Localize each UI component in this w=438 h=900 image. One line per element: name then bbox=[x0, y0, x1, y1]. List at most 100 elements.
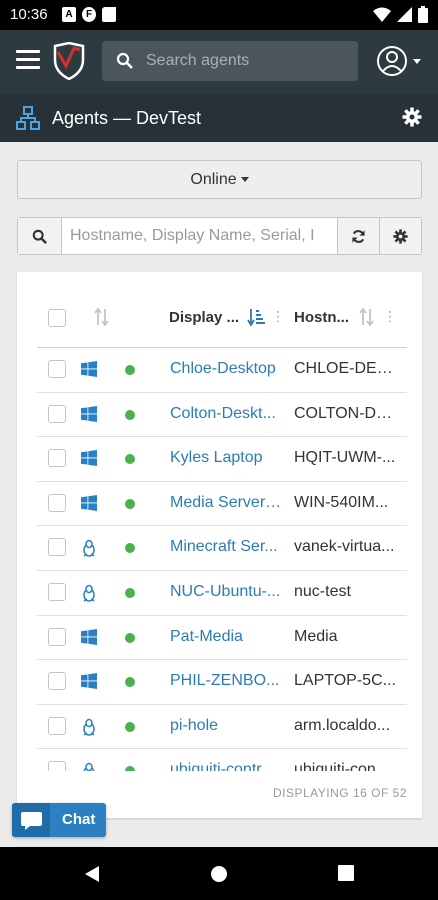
linux-icon bbox=[81, 539, 97, 558]
row-checkbox[interactable] bbox=[48, 538, 66, 557]
back-icon[interactable] bbox=[84, 865, 100, 883]
status-dot-icon bbox=[125, 498, 135, 509]
windows-icon bbox=[81, 405, 97, 422]
recents-icon[interactable] bbox=[338, 865, 354, 881]
filter-search-button[interactable] bbox=[18, 218, 62, 254]
wifi-icon bbox=[373, 7, 391, 22]
column-menu-icon[interactable]: ⋮ bbox=[271, 308, 285, 325]
menu-icon[interactable] bbox=[16, 50, 40, 70]
table-row[interactable]: pi-hole arm.localdo... bbox=[37, 705, 407, 750]
windows-icon bbox=[81, 450, 97, 467]
agents-table-body: Chloe-Desktop CHLOE-DES... Colton-Deskt...… bbox=[37, 348, 407, 771]
status-filter-dropdown[interactable]: Online bbox=[17, 160, 422, 199]
table-row[interactable]: Media Server ... WIN-540IM... bbox=[37, 482, 407, 527]
agents-table-panel: Display ... ⋮ Hostn... ⋮ Chloe-Desktop CH… bbox=[17, 272, 422, 818]
windows-icon bbox=[81, 673, 97, 690]
row-checkbox[interactable] bbox=[48, 449, 66, 468]
status-dot-icon bbox=[125, 632, 135, 643]
row-checkbox[interactable] bbox=[48, 360, 66, 378]
search-input[interactable] bbox=[146, 41, 351, 81]
agent-display-name-link[interactable]: Colton-Deskt... bbox=[170, 405, 282, 423]
agent-hostname: Media bbox=[294, 627, 338, 645]
agent-display-name-link[interactable]: pi-hole bbox=[170, 717, 282, 735]
agent-filter-input[interactable] bbox=[70, 218, 334, 254]
search-icon bbox=[32, 229, 47, 244]
status-dot-icon bbox=[125, 587, 135, 598]
table-header: Display ... ⋮ Hostn... ⋮ bbox=[37, 296, 407, 348]
table-row[interactable]: Chloe-Desktop CHLOE-DES... bbox=[37, 348, 407, 393]
column-header-hostname[interactable]: Hostn... bbox=[294, 309, 349, 326]
settings-gear-icon[interactable] bbox=[402, 107, 422, 127]
gear-icon bbox=[393, 228, 408, 244]
notification-icons: A F bbox=[62, 7, 116, 22]
status-dot-icon bbox=[125, 365, 135, 375]
agent-display-name-link[interactable]: Pat-Media bbox=[170, 628, 282, 646]
agent-hostname: ubiquiti-con... bbox=[294, 761, 390, 771]
chat-button[interactable]: Chat bbox=[12, 803, 106, 837]
table-row[interactable]: Colton-Deskt... COLTON-DE... bbox=[37, 393, 407, 438]
chat-label: Chat bbox=[62, 811, 96, 828]
agent-display-name-link[interactable]: ubiquiti-contr... bbox=[170, 761, 282, 771]
table-row[interactable]: ubiquiti-contr... ubiquiti-con... bbox=[37, 749, 407, 771]
table-row[interactable]: PHIL-ZENBO... LAPTOP-5C... bbox=[37, 660, 407, 705]
linux-icon bbox=[81, 718, 97, 736]
agent-hostname: nuc-test bbox=[294, 582, 351, 600]
row-checkbox[interactable] bbox=[48, 716, 66, 735]
linux-icon bbox=[81, 762, 97, 771]
app-logo[interactable] bbox=[52, 42, 86, 80]
filter-settings-button[interactable] bbox=[379, 218, 421, 254]
agent-search[interactable] bbox=[102, 41, 358, 81]
status-time: 10:36 bbox=[10, 6, 48, 23]
row-checkbox[interactable] bbox=[48, 627, 66, 646]
agent-display-name-link[interactable]: PHIL-ZENBO... bbox=[170, 672, 282, 690]
row-checkbox[interactable] bbox=[48, 404, 66, 423]
row-checkbox[interactable] bbox=[48, 582, 66, 601]
agent-display-name-link[interactable]: Chloe-Desktop bbox=[170, 360, 282, 378]
status-dot-icon bbox=[125, 409, 135, 420]
agent-display-name-link[interactable]: Minecraft Ser... bbox=[170, 538, 282, 556]
agent-hostname: COLTON-DE... bbox=[294, 404, 398, 422]
status-dot-icon bbox=[125, 677, 135, 688]
status-filter-label: Online bbox=[190, 171, 237, 188]
table-row[interactable]: Kyles Laptop HQIT-UWM-... bbox=[37, 437, 407, 482]
status-dot-icon bbox=[125, 454, 135, 465]
agent-hostname: WIN-540IM... bbox=[294, 493, 389, 511]
agent-hostname: arm.localdo... bbox=[294, 716, 391, 734]
column-header-display-name[interactable]: Display ... bbox=[169, 309, 239, 326]
sim-card-icon bbox=[102, 7, 116, 22]
table-row[interactable]: NUC-Ubuntu-... nuc-test bbox=[37, 571, 407, 616]
notification-a-icon: A bbox=[62, 7, 76, 22]
table-row[interactable]: Minecraft Ser... vanek-virtua... bbox=[37, 526, 407, 571]
sort-os-icon[interactable] bbox=[93, 308, 111, 326]
agent-display-name-link[interactable]: Kyles Laptop bbox=[170, 449, 282, 467]
agent-display-name-link[interactable]: NUC-Ubuntu-... bbox=[170, 583, 282, 601]
signal-icon bbox=[397, 7, 412, 22]
agent-hostname: HQIT-UWM-... bbox=[294, 449, 396, 467]
select-all-checkbox[interactable] bbox=[48, 309, 66, 327]
row-checkbox[interactable] bbox=[48, 672, 66, 691]
status-dot-icon bbox=[125, 543, 135, 554]
refresh-button[interactable] bbox=[337, 218, 379, 254]
page-title: Agents — DevTest bbox=[52, 108, 202, 128]
notification-f-icon: F bbox=[82, 7, 96, 22]
agent-hostname: CHLOE-DES... bbox=[294, 360, 398, 377]
row-checkbox[interactable] bbox=[48, 761, 66, 771]
status-dot-icon bbox=[125, 766, 135, 771]
sort-hostname-icon[interactable] bbox=[358, 308, 376, 326]
refresh-icon bbox=[352, 229, 365, 243]
windows-icon bbox=[81, 361, 97, 377]
agent-filter-bar bbox=[17, 217, 422, 255]
row-checkbox[interactable] bbox=[48, 493, 66, 512]
linux-icon bbox=[81, 584, 97, 602]
user-menu-icon[interactable] bbox=[376, 44, 426, 78]
home-icon[interactable] bbox=[210, 865, 228, 883]
battery-icon bbox=[418, 6, 428, 23]
agent-display-name-link[interactable]: Media Server ... bbox=[170, 494, 282, 512]
status-dot-icon bbox=[125, 721, 135, 732]
sitemap-icon bbox=[16, 106, 40, 130]
sort-ascending-icon[interactable] bbox=[247, 308, 265, 326]
column-menu-icon[interactable]: ⋮ bbox=[383, 308, 397, 325]
table-row[interactable]: Pat-Media Media bbox=[37, 616, 407, 661]
windows-icon bbox=[81, 628, 97, 645]
agent-hostname: vanek-virtua... bbox=[294, 538, 395, 556]
